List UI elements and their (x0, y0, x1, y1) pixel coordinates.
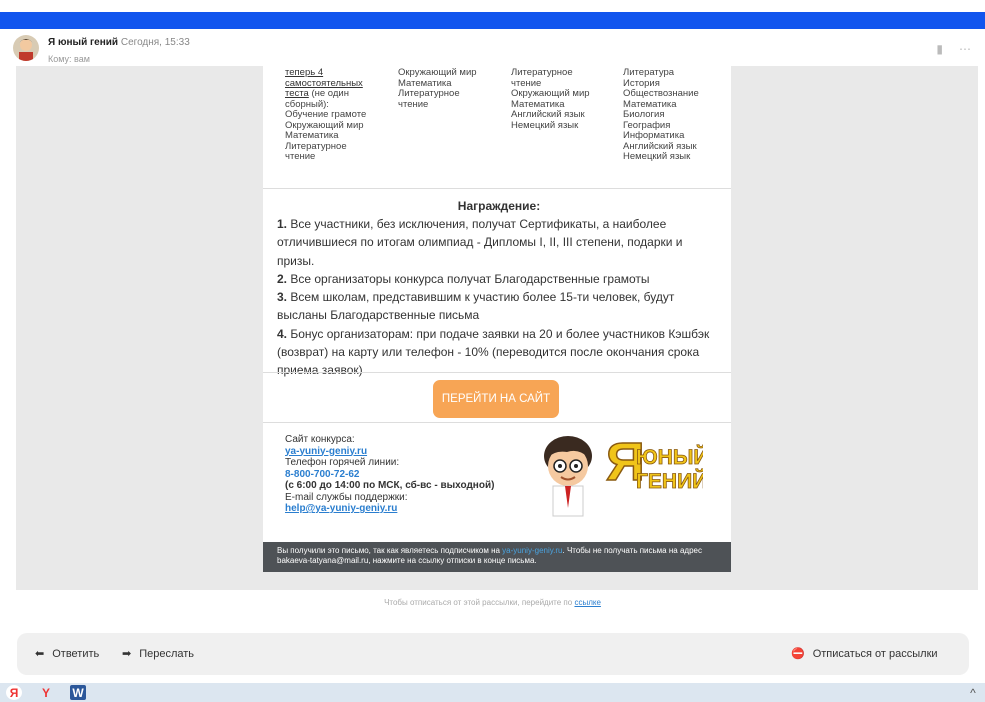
taskbar: Я Y W ^ (0, 683, 985, 702)
award-item: 3. Всем школам, представившим к участию … (277, 290, 675, 323)
notice-text: Вы получили это письмо, так как являетес… (277, 546, 500, 555)
message-header: Я юный гений Сегодня, 15:33 Кому: вам ▮ … (0, 30, 985, 70)
email-body: теперь 4 самостоятельных теста (не один … (263, 66, 731, 572)
subject-item: Немецкий язык (623, 151, 691, 162)
email-label: E-mail службы поддержки: (285, 491, 408, 503)
avatar[interactable] (13, 35, 39, 61)
test-link[interactable]: теперь 4 (285, 67, 323, 78)
subscription-notice: Вы получили это письмо, так как являетес… (263, 542, 731, 572)
test-link[interactable]: самостоятельных (285, 78, 363, 89)
phone-number[interactable]: 8-800-700-72-62 (285, 469, 495, 481)
award-item: 2. Все организаторы конкурса получат Бла… (277, 271, 650, 286)
notice-site-link[interactable]: ya-yuniy-geniy.ru (502, 546, 562, 555)
message-actions-bar: ⬅ Ответить ➡ Переслать ⛔ Отписаться от р… (17, 633, 969, 675)
logo-word-2: ГЕНИЙ (636, 469, 703, 493)
contacts-block: Сайт конкурса: ya-yuniy-geniy.ru Телефон… (285, 434, 495, 515)
yandex-browser-icon[interactable]: Y (38, 685, 54, 700)
logo: Я ЮНЫЙ ГЕНИЙ (523, 428, 709, 518)
unsubscribe-button[interactable]: ⛔ Отписаться от рассылки (791, 647, 938, 661)
subject-item: Окружающий мир (398, 67, 477, 78)
more-icon[interactable]: ⋯ (959, 42, 971, 56)
subjects-column-2: Окружающий мир Математика Литературное ч… (398, 67, 503, 110)
unsubscribe-label: Отписаться от рассылки (812, 647, 938, 660)
award-item: 1. Все участники, без исключения, получа… (277, 217, 683, 268)
subject-item: Английский язык (511, 109, 585, 120)
divider (263, 372, 731, 373)
minus-circle-icon: ⛔ (791, 648, 805, 660)
awards-title: Награждение: (457, 199, 541, 213)
subject-item: Математика (285, 130, 339, 141)
awards-section: Награждение: 1. Все участники, без исклю… (277, 198, 721, 380)
unsubscribe-note-text: Чтобы отписаться от этой рассылки, перей… (384, 598, 573, 607)
reply-icon: ⬅ (35, 648, 45, 660)
word-icon[interactable]: W (70, 685, 86, 700)
browser-top-bar (0, 0, 985, 30)
subject-item: Литературное (511, 67, 573, 78)
subjects-column-4: Литература История Обществознание Матема… (623, 67, 728, 163)
site-link[interactable]: ya-yuniy-geniy.ru (285, 446, 495, 458)
subject-note: (не один (311, 88, 349, 99)
recipient-line: Кому: вам (48, 54, 90, 64)
subject-item: Немецкий язык (511, 119, 579, 131)
unsubscribe-link[interactable]: ссылке (574, 598, 600, 607)
site-label: Сайт конкурса: (285, 434, 355, 445)
message-date: Сегодня, 15:33 (120, 37, 190, 48)
divider (263, 188, 731, 189)
yandex-icon[interactable]: Я (6, 685, 22, 700)
forward-icon: ➡ (122, 648, 132, 660)
mail-header-band (0, 12, 985, 29)
subjects-column-1: теперь 4 самостоятельных теста (не один … (285, 67, 395, 163)
subject-item: чтение (398, 98, 429, 110)
reply-label: Ответить (52, 647, 100, 660)
header-icons: ▮ ⋯ (936, 42, 971, 56)
sender-name[interactable]: Я юный гений (48, 37, 118, 48)
subjects-column-3: Литературное чтение Окружающий мир Матем… (511, 67, 616, 131)
subject-item: Литература (623, 67, 675, 78)
subject-item: Биология (623, 109, 665, 120)
forward-label: Переслать (139, 647, 195, 660)
divider (263, 422, 731, 423)
bookmark-icon[interactable]: ▮ (936, 42, 943, 56)
subjects-table: теперь 4 самостоятельных теста (не один … (263, 66, 731, 188)
subject-item: Окружающий мир (511, 88, 590, 99)
sender-line: Я юный гений Сегодня, 15:33 (48, 37, 190, 48)
hotline-hours: (с 6:00 до 14:00 по МСК, сб-вс - выходно… (285, 480, 495, 491)
reply-button[interactable]: ⬅ Ответить (35, 647, 100, 661)
subject-item: Информатика (623, 130, 685, 141)
subject-item: Обучение грамоте (285, 109, 367, 120)
forward-button[interactable]: ➡ Переслать (122, 647, 195, 661)
support-email-link[interactable]: help@ya-yuniy-geniy.ru (285, 503, 495, 515)
unsubscribe-note: Чтобы отписаться от этой рассылки, перей… (0, 598, 985, 607)
subject-item: Литературное (398, 88, 460, 99)
subject-item: Обществознание (623, 88, 699, 99)
hotline-label: Телефон горячей линии: (285, 457, 400, 468)
logo-word-1: ЮНЫЙ (636, 445, 703, 469)
go-to-site-button[interactable]: ПЕРЕЙТИ НА САЙТ (433, 380, 559, 418)
test-link[interactable]: теста (285, 88, 309, 99)
chevron-up-icon[interactable]: ^ (965, 685, 981, 700)
subject-item: чтение (285, 151, 316, 162)
